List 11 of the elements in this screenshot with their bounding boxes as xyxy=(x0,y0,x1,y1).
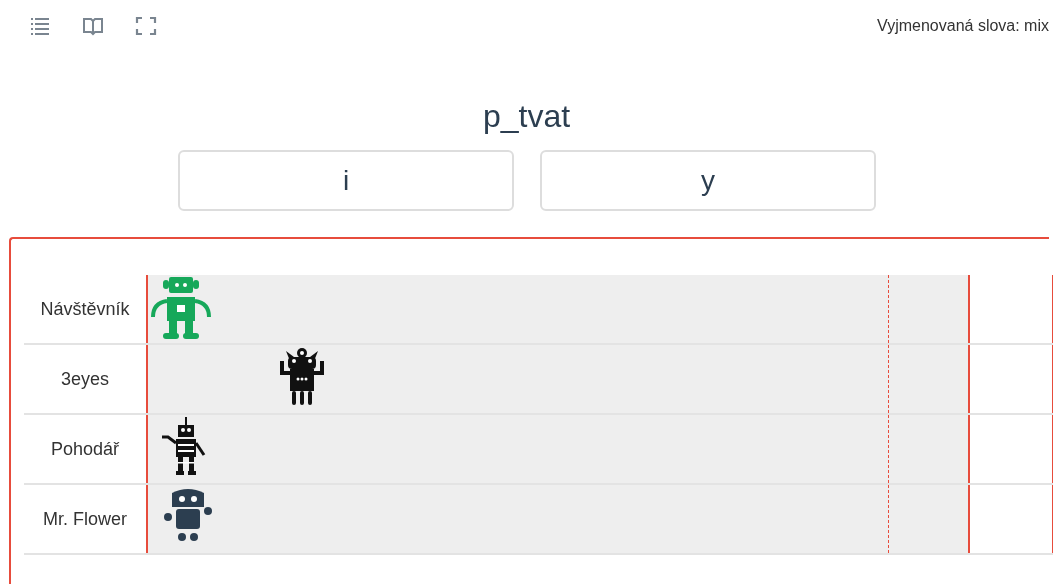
book-icon[interactable] xyxy=(82,15,104,37)
fullscreen-icon[interactable] xyxy=(135,15,157,37)
racer-name: Mr. Flower xyxy=(42,508,127,530)
answer-button[interactable]: i xyxy=(178,150,514,211)
list-icon[interactable] xyxy=(29,15,51,37)
racer-name: 3eyes xyxy=(60,368,109,390)
racer-name: Pohodář xyxy=(50,438,119,460)
answer-button[interactable]: y xyxy=(540,150,876,211)
quiz-title: Vyjmenovaná slova: mix xyxy=(877,17,1049,35)
question-word: p_tvat xyxy=(482,97,571,136)
racer-name: Návštěvník xyxy=(40,298,130,320)
